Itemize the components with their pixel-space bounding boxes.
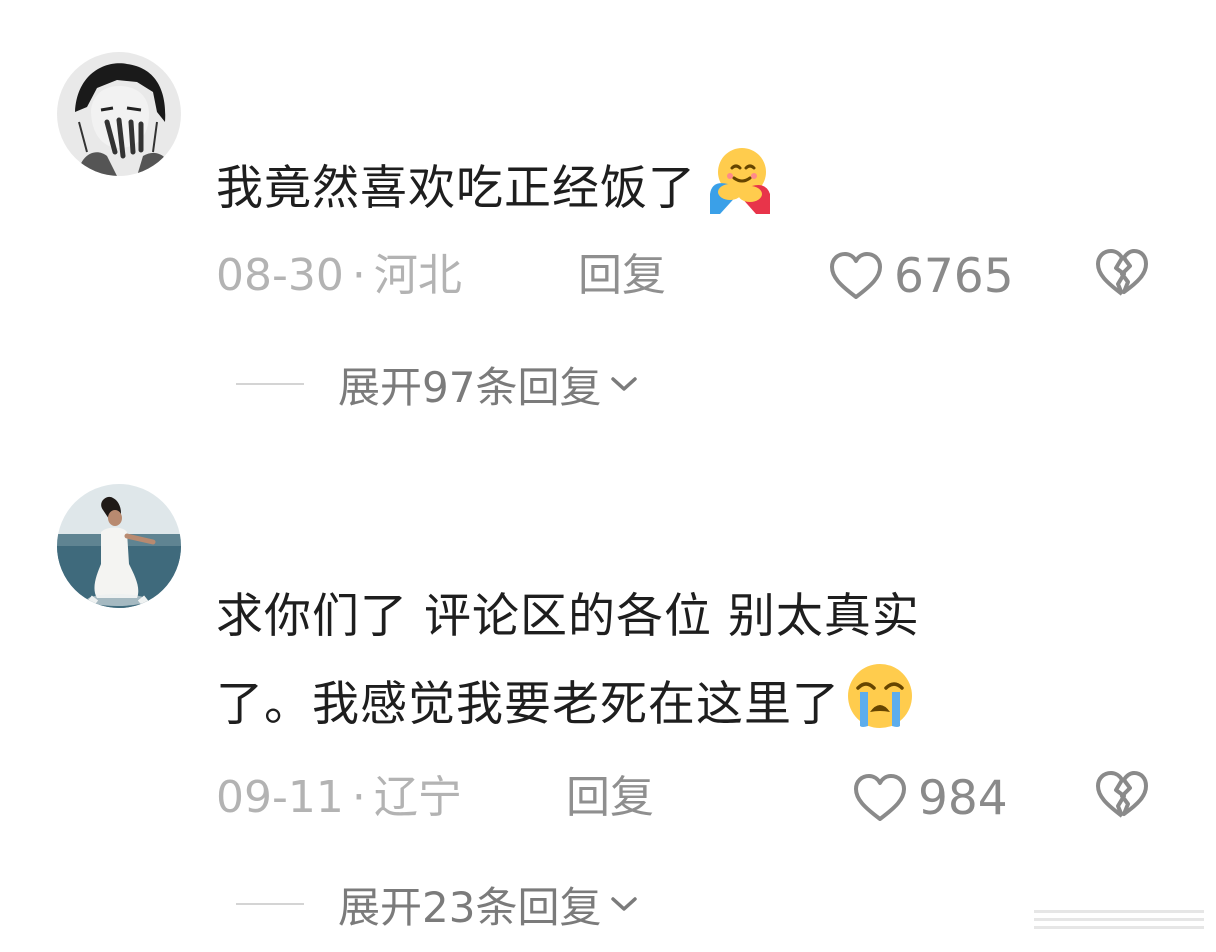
comment-1: 我竟然喜欢吃正经饭了 08-30 · 河北 回复 6765 展开97条回复	[0, 0, 1216, 470]
divider-line	[236, 383, 304, 385]
avatar[interactable]	[57, 52, 181, 176]
expand-replies-label: 展开97条回复	[338, 362, 602, 412]
broken-heart-icon	[1096, 771, 1148, 818]
comment-date: 08-30	[216, 250, 344, 301]
comment-body-line-1: 求你们了 评论区的各位 别太真实	[216, 589, 920, 644]
dislike-button[interactable]	[1094, 770, 1150, 824]
expand-replies-label: 展开23条回复	[338, 882, 602, 932]
broken-heart-icon	[1096, 249, 1148, 296]
like-count: 984	[918, 770, 1008, 826]
avatar[interactable]	[57, 484, 181, 608]
like-button[interactable]: 6765	[828, 246, 1014, 306]
comment-body: 我竟然喜欢吃正经饭了	[216, 161, 696, 216]
comment-meta: 08-30 · 河北	[216, 246, 462, 306]
watermark	[1034, 904, 1204, 942]
comment-body-line-2-text: 了。我感觉我要老死在这里了	[216, 677, 840, 732]
comment-date: 09-11	[216, 772, 344, 823]
comment-meta: 09-11 · 辽宁	[216, 768, 462, 828]
heart-outline-icon	[854, 774, 906, 821]
heart-outline-icon	[830, 252, 882, 299]
loudly-crying-face-icon	[844, 660, 916, 732]
chevron-down-icon	[611, 377, 638, 391]
separator: ·	[351, 250, 366, 301]
comment-text: 我竟然喜欢吃正经饭了	[216, 144, 1116, 232]
hugging-face-icon	[700, 144, 772, 216]
expand-replies[interactable]: 展开23条回复	[236, 874, 639, 934]
reply-button[interactable]: 回复	[578, 246, 666, 306]
like-button[interactable]: 984	[852, 768, 1008, 828]
comment-location: 河北	[373, 250, 462, 301]
like-count: 6765	[894, 248, 1014, 304]
dislike-button[interactable]	[1094, 248, 1150, 302]
comment-body-line-2: 了。我感觉我要老死在这里了	[216, 660, 1116, 748]
divider-line	[236, 903, 304, 905]
chevron-down-icon	[611, 897, 638, 911]
comment-text: 求你们了 评论区的各位 别太真实 了。我感觉我要老死在这里了	[216, 574, 1116, 748]
comment-location: 辽宁	[373, 772, 462, 823]
expand-replies[interactable]: 展开97条回复	[236, 354, 639, 414]
comment-2: 求你们了 评论区的各位 别太真实 了。我感觉我要老死在这里了 09-11 · 辽宁 …	[0, 470, 1216, 952]
reply-button[interactable]: 回复	[566, 768, 654, 828]
separator: ·	[351, 772, 366, 823]
